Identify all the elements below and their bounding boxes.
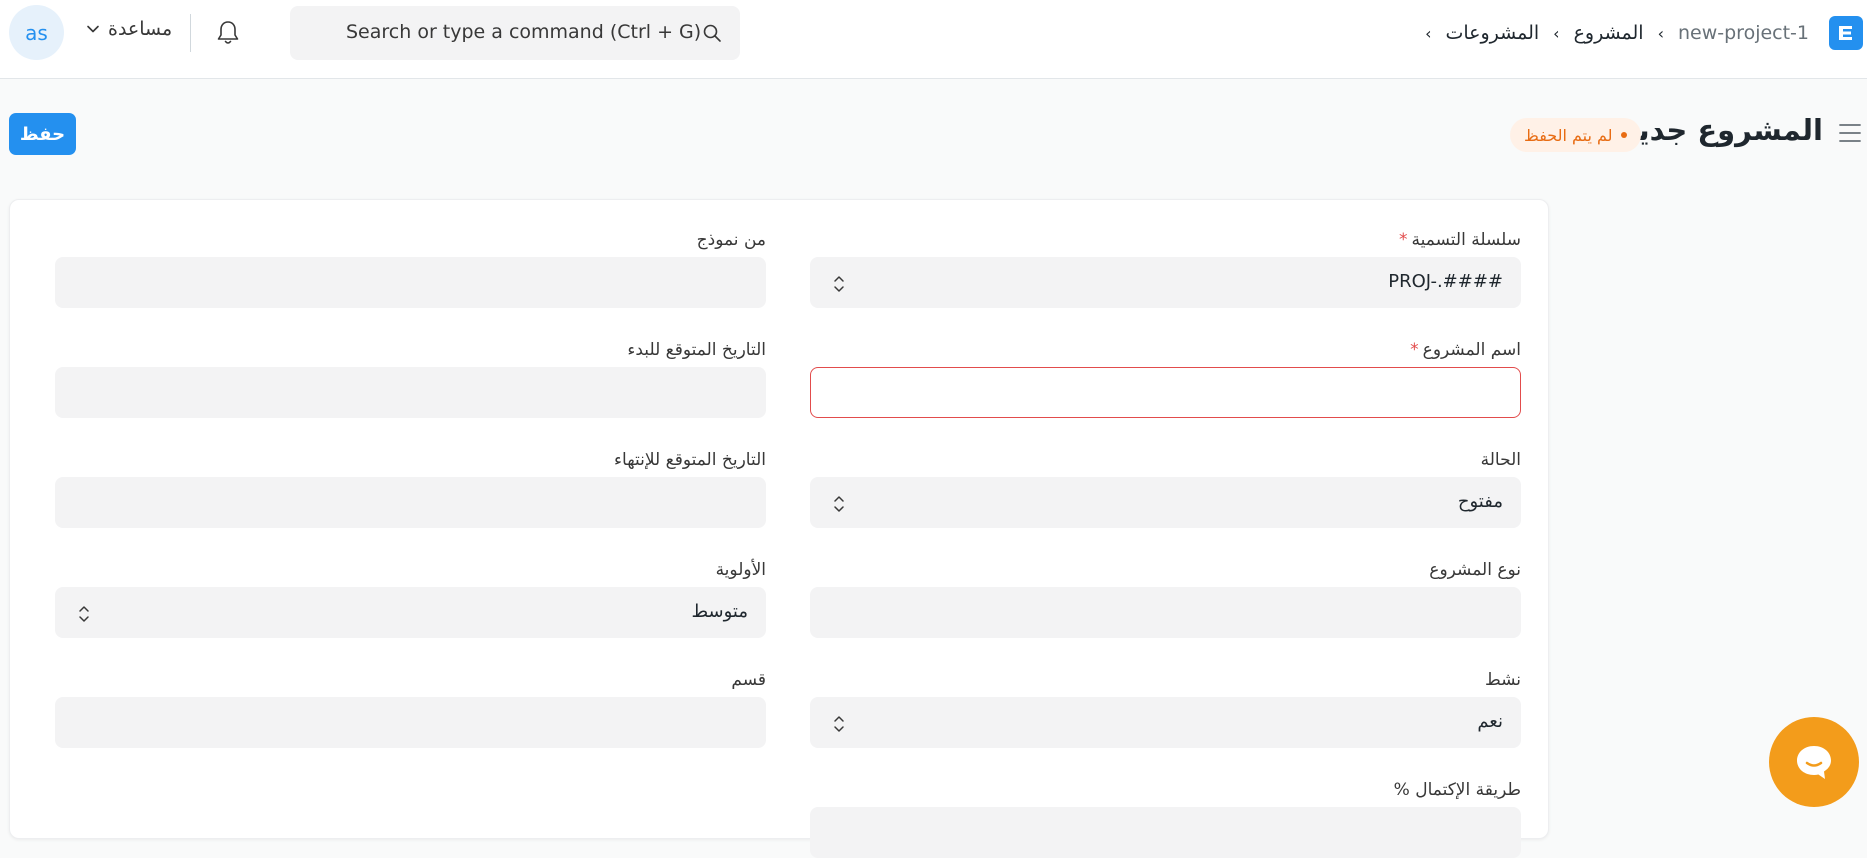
field-label: قسم (731, 670, 766, 690)
from-template-input[interactable] (55, 257, 766, 308)
form-card: سلسلة التسمية* PROJ-.#### اسم المشروع* ا… (9, 199, 1549, 858)
chevron-right-icon: › (1425, 23, 1432, 43)
project-type-input[interactable] (810, 587, 1521, 638)
chevron-right-icon: › (1553, 23, 1560, 43)
breadcrumb-projects[interactable]: المشروعات (1445, 22, 1539, 44)
chevron-down-icon (87, 25, 99, 33)
naming-series-select[interactable]: PROJ-.#### (810, 257, 1521, 308)
field-label: من نموذج (696, 230, 766, 250)
breadcrumb-project[interactable]: المشروع (1574, 22, 1644, 44)
priority-select[interactable]: متوسط (55, 587, 766, 638)
status-select[interactable]: مفتوح (810, 477, 1521, 528)
field-value: متوسط (691, 601, 748, 622)
field-value: PROJ-.#### (1388, 271, 1503, 292)
help-label: مساعدة (108, 18, 173, 40)
field-value: نعم (1477, 711, 1503, 732)
field-label: نشط (1484, 670, 1521, 690)
select-arrows-icon (834, 276, 844, 292)
field-label: سلسلة التسمية* (1399, 230, 1521, 250)
navbar-divider (190, 14, 191, 52)
chevron-right-icon: › (1657, 23, 1664, 43)
select-arrows-icon (834, 496, 844, 512)
search-icon (703, 24, 721, 42)
help-dropdown[interactable]: مساعدة (86, 18, 172, 40)
field-label: الأولوية (715, 560, 766, 580)
page-title: المشروع جديد (1621, 113, 1823, 147)
search-bar[interactable]: Search or type a command (Ctrl + G) (290, 6, 740, 60)
hamburger-icon[interactable] (1838, 122, 1862, 144)
project-name-input[interactable] (810, 367, 1521, 418)
top-navbar: › المشروعات › المشروع › new-project-1 Se… (0, 0, 1867, 79)
status-text: لم يتم الحفظ (1524, 125, 1613, 145)
breadcrumb-current: new-project-1 (1677, 22, 1809, 44)
field-value: مفتوح (1457, 491, 1503, 512)
field-label: اسم المشروع* (1410, 340, 1521, 360)
expected-end-date-input[interactable] (55, 477, 766, 528)
expected-start-date-input[interactable] (55, 367, 766, 418)
status-dot (1620, 132, 1627, 138)
avatar[interactable]: as (9, 5, 64, 60)
app-logo-icon (1839, 26, 1852, 40)
save-button[interactable]: حفظ (9, 113, 76, 155)
app-logo[interactable] (1829, 16, 1863, 50)
breadcrumb: › المشروعات › المشروع › new-project-1 (1425, 18, 1809, 48)
field-label: التاريخ المتوقع للإنتهاء (614, 450, 766, 470)
chat-icon (1797, 746, 1831, 779)
select-arrows-icon (79, 606, 89, 622)
search-input[interactable]: Search or type a command (Ctrl + G) (346, 21, 701, 43)
field-label: التاريخ المتوقع للبدء (627, 340, 766, 360)
field-label: نوع المشروع (1429, 560, 1521, 580)
percent-complete-method-select[interactable] (810, 807, 1521, 858)
field-label: الحالة (1480, 450, 1521, 470)
status-badge: لم يتم الحفظ (1510, 118, 1641, 152)
field-label: طريقة الإكتمال % (1393, 780, 1521, 800)
select-arrows-icon (834, 716, 844, 732)
department-input[interactable] (55, 697, 766, 748)
chat-button[interactable] (1769, 717, 1859, 807)
bell-icon[interactable] (216, 20, 240, 46)
is-active-select[interactable]: نعم (810, 697, 1521, 748)
